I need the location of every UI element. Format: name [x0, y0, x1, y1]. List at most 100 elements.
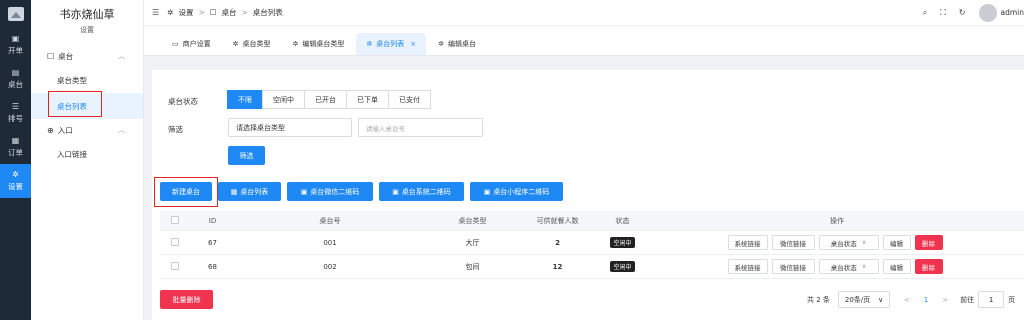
system-link-button[interactable]: 系统链接 — [727, 235, 768, 250]
pagination-total: 共 2 条 — [807, 295, 830, 304]
next-page-icon[interactable]: > — [942, 296, 948, 304]
menu-fold-icon[interactable]: ☰ — [152, 8, 159, 17]
table-row: 68 002 包间 12 空闲中 系统链接 微信链接 桌台状态 ∨ 编辑 删除 — [160, 255, 1024, 279]
search-icon[interactable]: ⌕ — [923, 8, 927, 18]
rail-item-queue[interactable]: ☰ 排号 — [0, 96, 31, 130]
breadcrumb-item[interactable]: 设置 — [178, 7, 193, 18]
cell-capacity: 12 — [552, 262, 563, 271]
refresh-icon[interactable]: ↻ — [959, 8, 966, 17]
button-label: 桌台系统二维码 — [401, 187, 451, 196]
delete-button[interactable]: 删除 — [914, 259, 943, 274]
status-option-opened[interactable]: 已开台 — [304, 90, 347, 109]
close-icon[interactable]: × — [410, 40, 416, 48]
table-header: ID 桌台号 桌台类型 可供就餐人数 状态 操作 — [160, 211, 1024, 231]
status-option-idle[interactable]: 空闲中 — [262, 90, 305, 109]
sidebar-item-table-type[interactable]: 桌台类型 — [31, 67, 143, 93]
rail-item-label: 桌台 — [8, 79, 23, 89]
highlight-box — [48, 91, 102, 117]
gear-icon: ✲ — [292, 40, 299, 48]
store-icon: ▭ — [172, 40, 179, 48]
row-checkbox[interactable] — [171, 237, 179, 246]
edit-button[interactable]: 编辑 — [882, 235, 911, 250]
page-size-select[interactable]: 20条/页 ∨ — [837, 291, 890, 308]
system-link-button[interactable]: 系统链接 — [727, 259, 768, 274]
status-option-all[interactable]: 不限 — [227, 90, 263, 109]
sidebar-item-label: 桌台类型 — [57, 75, 87, 85]
page-unit-label: 页 — [1008, 295, 1016, 304]
status-option-paid[interactable]: 已支付 — [388, 90, 431, 109]
wechat-link-button[interactable]: 微信链接 — [771, 259, 815, 274]
chevron-up-icon: ︿ — [118, 126, 125, 134]
chevron-up-icon: ︿ — [118, 52, 125, 60]
tab-label: 桌台类型 — [242, 40, 271, 48]
table-list: ID 桌台号 桌台类型 可供就餐人数 状态 操作 67 001 大厅 2 空闲中… — [160, 211, 1024, 279]
tab-merchant-settings[interactable]: ▭ 商户设置 — [162, 33, 221, 55]
table-status-select[interactable]: 桌台状态 ∨ — [818, 235, 879, 250]
status-filter-label: 桌台状态 — [168, 97, 198, 106]
system-qr-button[interactable]: ▣ 桌台系统二维码 — [379, 182, 464, 201]
rail-item-open-order[interactable]: ▣ 开单 — [0, 28, 31, 62]
status-option-ordered[interactable]: 已下单 — [346, 90, 389, 109]
tab-edit-table-type[interactable]: ✲ 编辑桌台类型 — [283, 33, 355, 55]
wechat-link-button[interactable]: 微信链接 — [771, 235, 815, 250]
rail-item-label: 设置 — [8, 181, 23, 191]
prev-page-icon[interactable]: < — [904, 296, 910, 304]
filter-button[interactable]: 筛选 — [228, 146, 265, 165]
fullscreen-icon[interactable]: ⛶ — [940, 8, 946, 18]
cell-type: 包间 — [465, 262, 480, 271]
tab-label: 桌台列表 — [376, 40, 405, 48]
square-icon: ☐ — [209, 8, 217, 17]
column-header: 桌台类型 — [458, 216, 487, 225]
rail-item-table[interactable]: ▤ 桌台 — [0, 62, 31, 96]
row-actions: 系统链接 微信链接 桌台状态 ∨ 编辑 删除 — [650, 259, 1024, 274]
column-header: 状态 — [615, 216, 630, 225]
tab-table-list[interactable]: ✲ 桌台列表 × — [356, 33, 427, 55]
breadcrumb-item[interactable]: 桌台 — [222, 7, 237, 18]
sidebar-group-entry[interactable]: ⊕ 入口 ︿ — [31, 119, 143, 141]
breadcrumb: ✲ 设置 > ☐ 桌台 > 桌台列表 — [167, 7, 283, 18]
column-header: 可供就餐人数 — [536, 216, 579, 225]
chevron-down-icon: ∨ — [878, 295, 884, 304]
table-list-button[interactable]: ▦ 桌台列表 — [218, 182, 281, 201]
image-icon: ▣ — [483, 187, 491, 196]
mini-program-qr-button[interactable]: ▣ 桌台小程序二维码 — [470, 182, 563, 201]
breadcrumb-item: 桌台列表 — [252, 8, 283, 17]
tab-label: 编辑桌台类型 — [302, 40, 345, 48]
settings-sidebar: 书亦烧仙草 设置 ☐ 桌台 ︿ 桌台类型 桌台列表 ⊕ 入口 ︿ 入口链接 — [31, 0, 144, 320]
image-icon: ▣ — [300, 187, 308, 196]
sidebar-item-entry-link[interactable]: 入口链接 — [31, 141, 143, 167]
table-type-select[interactable]: 请选择桌台类型 — [228, 118, 352, 137]
row-actions: 系统链接 微信链接 桌台状态 ∨ 编辑 删除 — [650, 235, 1024, 250]
sidebar-item-label: 入口链接 — [57, 149, 87, 159]
edit-button[interactable]: 编辑 — [882, 259, 911, 274]
goto-label: 前往 — [960, 295, 975, 304]
table-status-select[interactable]: 桌台状态 ∨ — [818, 259, 879, 274]
breadcrumb-separator: > — [241, 8, 248, 17]
bulk-delete-button[interactable]: 批量删除 — [160, 290, 213, 309]
button-label: 桌台小程序二维码 — [493, 187, 550, 196]
brand-title: 书亦烧仙草 — [59, 8, 115, 21]
image-icon: ▣ — [392, 187, 399, 196]
gear-icon: ✲ — [232, 40, 239, 48]
list-icon: ☰ — [11, 101, 20, 111]
username[interactable]: admin — [1001, 8, 1024, 17]
sidebar-group-table[interactable]: ☐ 桌台 ︿ — [31, 45, 143, 67]
gear-icon: ✲ — [366, 40, 373, 48]
row-checkbox[interactable] — [171, 261, 179, 270]
sidebar-group-label: 入口 — [57, 125, 73, 135]
table-number-input[interactable]: 请输入桌台号 — [358, 118, 483, 137]
avatar[interactable] — [978, 3, 997, 22]
status-badge: 空闲中 — [610, 261, 635, 272]
status-badge: 空闲中 — [610, 237, 635, 248]
rail-item-settings[interactable]: ✲ 设置 — [0, 164, 31, 198]
delete-button[interactable]: 删除 — [914, 235, 943, 250]
rail-item-orders[interactable]: ▦ 订单 — [0, 130, 31, 164]
gear-icon: ✲ — [438, 40, 444, 48]
wechat-qr-button[interactable]: ▣ 桌台微信二维码 — [287, 182, 373, 201]
document-icon: ▦ — [11, 135, 20, 145]
tab-table-type[interactable]: ✲ 桌台类型 — [223, 33, 281, 55]
tab-edit-table[interactable]: ✲ 编辑桌台 — [428, 33, 486, 55]
select-all-checkbox[interactable] — [171, 215, 179, 224]
page-number[interactable]: 1 — [924, 296, 928, 304]
goto-page-input[interactable]: 1 — [978, 291, 1005, 308]
